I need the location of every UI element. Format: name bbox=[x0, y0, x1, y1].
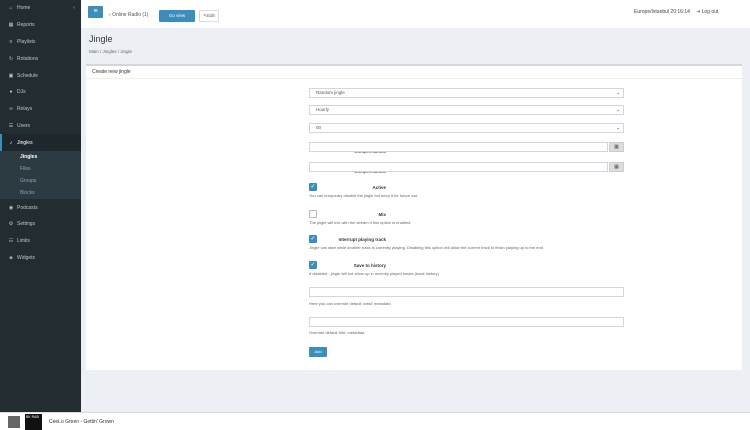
server-clock: Europe/Istanbul 20:16:14 bbox=[634, 9, 690, 15]
mix-label: Mix bbox=[378, 212, 386, 217]
submenu-item-files[interactable]: Files bbox=[0, 163, 81, 175]
sidebar-item-reports[interactable]: ▦ Reports bbox=[0, 17, 81, 34]
interrupt-label: Interrupt playing track bbox=[338, 237, 386, 242]
widget-icon: ◈ bbox=[9, 254, 13, 261]
sidebar-item-rotations[interactable]: ↻ Rotations bbox=[0, 50, 81, 67]
history-checkbox[interactable]: ✓ bbox=[309, 261, 317, 269]
album-cover: BK RAB bbox=[25, 414, 42, 430]
sidebar-item-label: Rotations bbox=[17, 55, 39, 62]
sidebar-item-djs[interactable]: ● DJs bbox=[0, 84, 81, 101]
jingles-submenu: Jingles Files Groups Blocks bbox=[0, 151, 81, 200]
add-button[interactable]: Add bbox=[309, 347, 327, 357]
title-meta-help: Override default 'title' metadata bbox=[309, 330, 365, 335]
sidebar-item-label: Podcasts bbox=[17, 204, 38, 211]
artist-meta-input[interactable] bbox=[309, 287, 624, 297]
sidebar-item-label: Widgets bbox=[17, 254, 36, 261]
artist-meta-help: Here you can override default 'artist' m… bbox=[309, 301, 391, 306]
sidebar-item-label: Home bbox=[17, 5, 31, 12]
user-icon: ● bbox=[9, 89, 13, 96]
mix-help: The jingle will mix with the stream if t… bbox=[309, 220, 411, 225]
users-icon: ☰ bbox=[8, 122, 14, 129]
type-dropdown[interactable]: Hourly ⌄ bbox=[309, 105, 624, 115]
checkmark-icon: ✓ bbox=[310, 236, 316, 242]
rotation-start-input[interactable] bbox=[309, 142, 608, 152]
podcast-icon: ◉ bbox=[8, 204, 14, 211]
calendar-icon: ▣ bbox=[8, 72, 14, 79]
chevron-down-icon: ⌄ bbox=[616, 125, 620, 130]
link-icon: ∞ bbox=[9, 106, 13, 113]
checkmark-icon: ✓ bbox=[310, 184, 316, 190]
logout-link[interactable]: ⇥ Log out bbox=[696, 9, 718, 15]
sidebar-item-settings[interactable]: ⚙ Settings bbox=[0, 216, 81, 233]
top-bar: ≡ ‹ Online Radio (1) Go view ✎Edit Europ… bbox=[81, 0, 750, 28]
rotation-end-input[interactable] bbox=[309, 162, 608, 172]
house-icon: ⌂ bbox=[9, 5, 13, 12]
create-jingle-box: Create new jingle Select jingle Random j… bbox=[86, 64, 742, 370]
breadcrumb[interactable]: Main / Jingles / Jingle bbox=[89, 49, 132, 54]
sidebar: ⌂ Home ‹ ▦ Reports ≡ Playlists ↻ Rotations ▣ S… bbox=[0, 0, 81, 412]
sidebar-item-home[interactable]: ⌂ Home ‹ bbox=[0, 0, 81, 17]
active-checkbox[interactable]: ✓ bbox=[309, 183, 317, 191]
chart-icon: ▦ bbox=[8, 22, 14, 29]
sidebar-item-schedule[interactable]: ▣ Schedule bbox=[0, 67, 81, 84]
chevron-left-icon: ‹ bbox=[73, 5, 75, 12]
active-label: Active bbox=[372, 185, 386, 190]
now-playing-track: CeeLo Green - Gettin' Grown bbox=[49, 419, 114, 425]
sidebar-item-users[interactable]: ☰ Users bbox=[0, 118, 81, 135]
refresh-icon: ↻ bbox=[8, 55, 14, 62]
select-jingle-dropdown[interactable]: Random jingle ⌄ bbox=[309, 88, 624, 98]
sidebar-item-podcasts[interactable]: ◉ Podcasts bbox=[0, 199, 81, 216]
sidebar-item-label: Jingles bbox=[17, 139, 33, 146]
history-label: Save to history bbox=[353, 263, 386, 268]
sidebar-item-label: Settings bbox=[17, 221, 36, 228]
page-title: Jingle bbox=[89, 34, 113, 44]
menu-toggle-button[interactable]: ≡ bbox=[88, 6, 103, 18]
sidebar-item-widgets[interactable]: ◈ Widgets bbox=[0, 250, 81, 267]
sidebar-item-label: Reports bbox=[17, 22, 35, 29]
box-title: Create new jingle bbox=[86, 66, 742, 79]
submenu-item-jingles[interactable]: Jingles bbox=[0, 151, 81, 163]
sliders-icon: ☷ bbox=[8, 238, 14, 245]
list-icon: ≡ bbox=[9, 38, 13, 45]
sidebar-item-label: DJs bbox=[17, 89, 26, 96]
calendar-icon[interactable]: ▦ bbox=[609, 142, 624, 152]
time-dropdown[interactable]: 00 ⌄ bbox=[309, 123, 624, 133]
calendar-icon[interactable]: ▦ bbox=[609, 162, 624, 172]
play-button[interactable] bbox=[8, 416, 20, 428]
sidebar-item-limits[interactable]: ☷ Limits bbox=[0, 233, 81, 250]
hamburger-icon: ≡ bbox=[93, 8, 98, 15]
interrupt-help: Jingle can start while another track is … bbox=[309, 245, 543, 250]
edit-button[interactable]: ✎Edit bbox=[199, 10, 219, 22]
gear-icon: ⚙ bbox=[8, 221, 14, 228]
mix-checkbox[interactable] bbox=[309, 210, 317, 218]
sidebar-item-playlists[interactable]: ≡ Playlists bbox=[0, 34, 81, 51]
sidebar-item-label: Schedule bbox=[17, 72, 38, 79]
sidebar-item-label: Playlists bbox=[17, 38, 36, 45]
chevron-down-icon: ⌄ bbox=[616, 107, 620, 112]
checkmark-icon: ✓ bbox=[310, 262, 316, 268]
submenu-item-groups[interactable]: Groups bbox=[0, 175, 81, 187]
sidebar-item-jingles[interactable]: ♪ Jingles bbox=[0, 134, 81, 152]
sidebar-item-label: Users bbox=[17, 122, 31, 129]
title-meta-input[interactable] bbox=[309, 317, 624, 327]
active-help: You can temporary disable the jingle but… bbox=[309, 193, 418, 198]
radio-selector[interactable]: ‹ Online Radio (1) bbox=[109, 12, 148, 18]
sidebar-item-label: Relays bbox=[17, 106, 33, 113]
player-bar: BK RAB CeeLo Green - Gettin' Grown bbox=[0, 412, 750, 430]
submenu-item-blocks[interactable]: Blocks bbox=[0, 187, 81, 199]
history-help: If disabled - jingle will not show up in… bbox=[309, 271, 439, 276]
sidebar-item-relays[interactable]: ∞ Relays bbox=[0, 101, 81, 118]
interrupt-checkbox[interactable]: ✓ bbox=[309, 235, 317, 243]
sidebar-item-label: Limits bbox=[17, 238, 31, 245]
chevron-down-icon: ⌄ bbox=[616, 90, 620, 95]
view-button[interactable]: Go view bbox=[159, 10, 195, 22]
content-header: Jingle Main / Jingles / Jingle bbox=[89, 34, 132, 54]
bell-icon: ♪ bbox=[9, 139, 13, 146]
